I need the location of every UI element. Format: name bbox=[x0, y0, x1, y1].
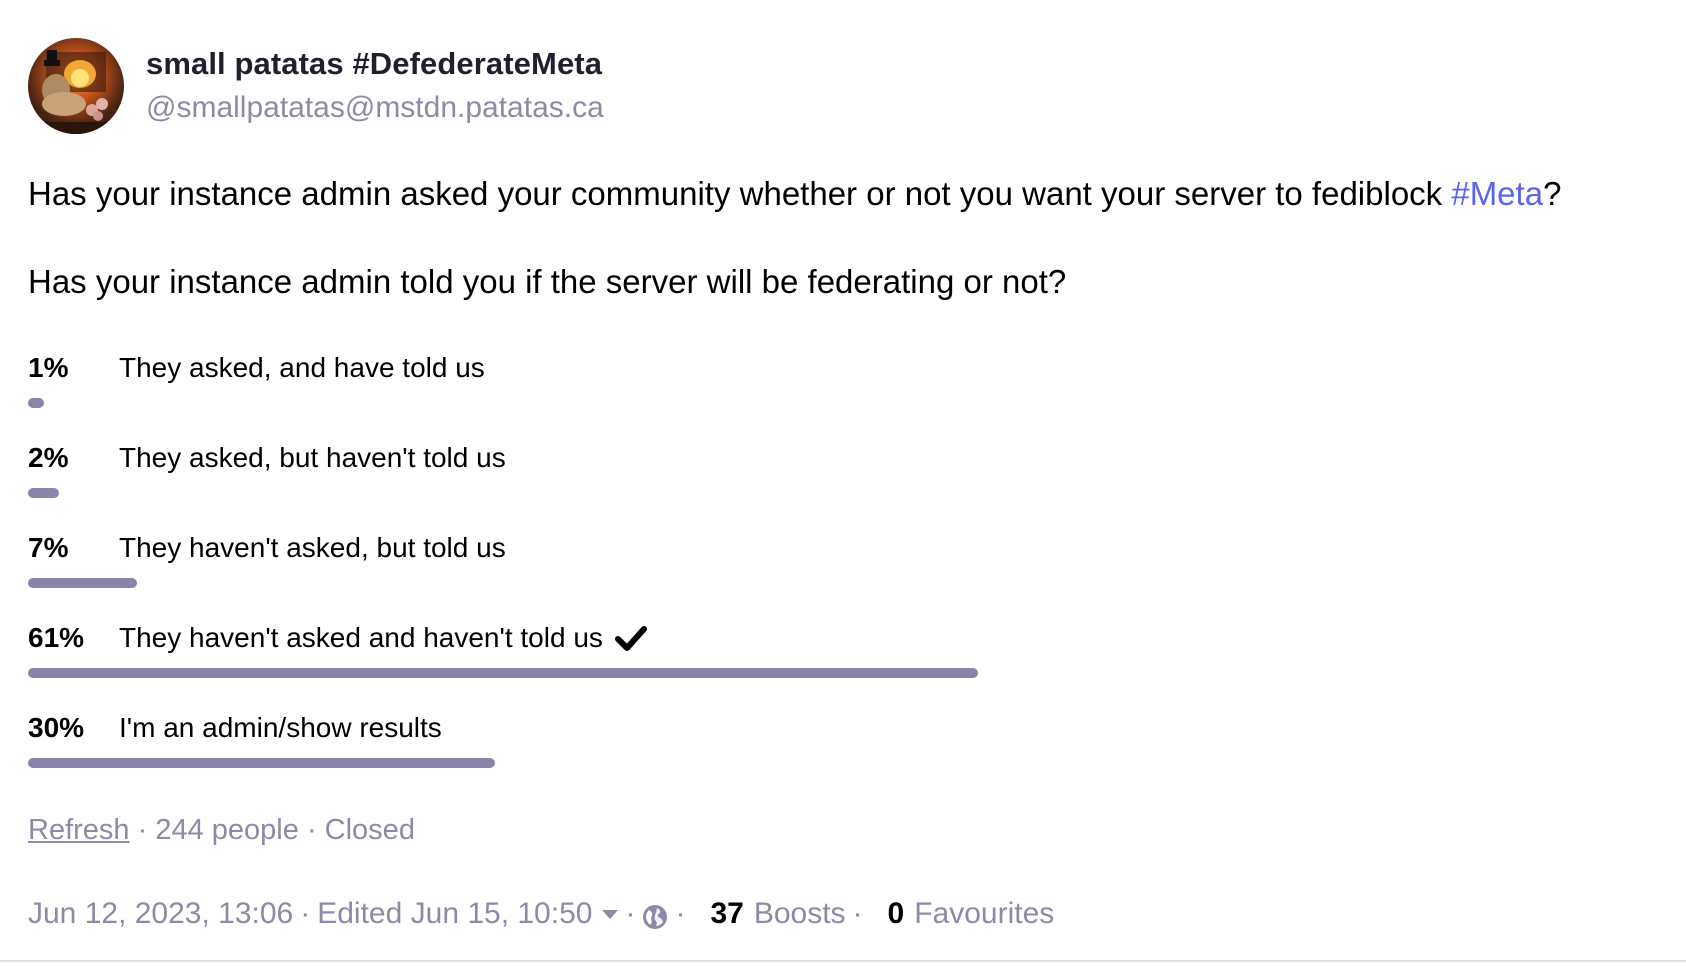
poll-option: 1% They asked, and have told us bbox=[28, 348, 1628, 438]
poll-option-label-text: I'm an admin/show results bbox=[119, 712, 442, 743]
chevron-down-icon[interactable] bbox=[602, 909, 619, 919]
author-names: small patatas #DefederateMeta @smallpata… bbox=[146, 44, 604, 128]
poll-option-label-text: They haven't asked and haven't told us bbox=[119, 622, 603, 653]
favourites-count: 0 bbox=[887, 897, 905, 930]
poll-option-bar bbox=[28, 488, 59, 498]
poll-option-label: I'm an admin/show results bbox=[119, 708, 442, 748]
poll-option: 30% I'm an admin/show results bbox=[28, 708, 1628, 798]
separator: · bbox=[306, 814, 317, 846]
poll-option-bar bbox=[28, 398, 44, 408]
poll: 1% They asked, and have told us 2% They ask… bbox=[28, 348, 1628, 798]
poll-option-bar bbox=[28, 668, 978, 678]
status-meta: Jun 12, 2023, 13:06 · Edited Jun 15, 10:… bbox=[28, 894, 1054, 934]
refresh-link[interactable]: Refresh bbox=[28, 814, 130, 846]
poll-option-label: They haven't asked and haven't told us bbox=[119, 618, 647, 658]
account-handle[interactable]: @smallpatatas@mstdn.patatas.ca bbox=[146, 88, 604, 128]
edited-indicator[interactable]: Edited Jun 15, 10:50 bbox=[317, 894, 592, 934]
poll-option-percent: 30% bbox=[28, 712, 85, 743]
poll-option-bar bbox=[28, 758, 495, 768]
poll-option-bar bbox=[28, 578, 137, 588]
globe-icon bbox=[642, 901, 668, 929]
poll-option-percent: 2% bbox=[28, 442, 69, 473]
status-card: small patatas #DefederateMeta @smallpata… bbox=[0, 0, 1686, 966]
status-content: Has your instance admin asked your commu… bbox=[28, 172, 1668, 304]
separator: · bbox=[675, 897, 686, 930]
poll-option-label-text: They asked, and have told us bbox=[119, 352, 485, 383]
poll-option-label: They asked, but haven't told us bbox=[119, 438, 506, 478]
divider bbox=[0, 960, 1686, 962]
poll-option: 7% They haven't asked, but told us bbox=[28, 528, 1628, 618]
poll-option-percent: 61% bbox=[28, 622, 85, 653]
poll-option-label-text: They haven't asked, but told us bbox=[119, 532, 506, 563]
poll-option-percent: 1% bbox=[28, 352, 69, 383]
poll-option-label-text: They asked, but haven't told us bbox=[119, 442, 506, 473]
poll-option-label: They asked, and have told us bbox=[119, 348, 485, 388]
voter-count: 244 people bbox=[155, 814, 299, 846]
content-paragraph-2: Has your instance admin told you if the … bbox=[28, 263, 1067, 300]
poll-state: Closed bbox=[324, 814, 415, 846]
status-timestamp[interactable]: Jun 12, 2023, 13:06 bbox=[28, 894, 293, 934]
poll-option: 61% They haven't asked and haven't told u… bbox=[28, 618, 1628, 708]
checkmark-icon bbox=[614, 623, 647, 653]
poll-footer: Refresh · 244 people · Closed bbox=[28, 810, 415, 850]
avatar-image bbox=[28, 50, 124, 134]
display-name[interactable]: small patatas #DefederateMeta bbox=[146, 44, 604, 84]
boosts-count: 37 bbox=[710, 897, 744, 930]
avatar[interactable] bbox=[28, 38, 124, 134]
separator: · bbox=[625, 897, 636, 930]
separator: · bbox=[137, 814, 148, 846]
boosts-label[interactable]: Boosts bbox=[754, 894, 846, 934]
hashtag-link-meta[interactable]: #Meta bbox=[1451, 175, 1543, 212]
content-paragraph-1: Has your instance admin asked your commu… bbox=[28, 172, 1668, 216]
status-header: small patatas #DefederateMeta @smallpata… bbox=[28, 38, 604, 134]
poll-option-percent: 7% bbox=[28, 532, 69, 563]
separator: · bbox=[852, 897, 863, 930]
separator: · bbox=[300, 897, 311, 930]
content-text-1-end: ? bbox=[1543, 175, 1562, 212]
content-text-1: Has your instance admin asked your commu… bbox=[28, 175, 1452, 212]
poll-option: 2% They asked, but haven't told us bbox=[28, 438, 1628, 528]
favourites-label[interactable]: Favourites bbox=[914, 894, 1054, 934]
poll-option-label: They haven't asked, but told us bbox=[119, 528, 506, 568]
